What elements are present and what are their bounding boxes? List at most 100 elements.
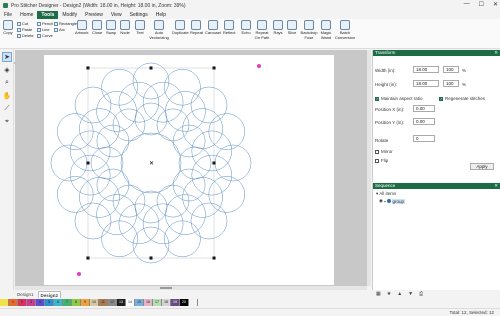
menu-modify[interactable]: Modify [58, 11, 81, 19]
tab-design1[interactable]: Design1 [15, 291, 36, 298]
thread-swatch[interactable]: 8 [72, 299, 81, 306]
position-y-field[interactable]: 0.00 [413, 118, 435, 125]
rectangle-button[interactable]: Rectangle [54, 21, 77, 26]
text-button[interactable]: Text [135, 20, 145, 36]
thread-swatch[interactable]: 9 [81, 299, 90, 306]
copy-button[interactable]: Copy [3, 20, 13, 36]
arc-button[interactable]: Arc [54, 27, 65, 32]
design-page[interactable]: ✕ [44, 55, 334, 285]
menu-view[interactable]: View [107, 11, 126, 19]
thread-swatch[interactable]: 17 [153, 299, 162, 306]
thread-swatch[interactable]: 18 [162, 299, 171, 306]
thread-swatch[interactable]: 16 [144, 299, 153, 306]
move-down-icon[interactable]: ▼ [408, 291, 413, 298]
line-button[interactable]: Line [37, 27, 50, 32]
duplicate-button[interactable]: Duplicate [172, 20, 189, 36]
grid-icon[interactable]: ▦ [376, 291, 381, 298]
rotate-field[interactable]: 0 [413, 135, 435, 142]
repeat-button[interactable]: Repeat [190, 20, 203, 36]
apply-button[interactable]: Apply [470, 163, 494, 170]
select-arrow-icon[interactable]: ➤ [2, 52, 12, 62]
maintain-aspect-checkbox[interactable]: ✓ Maintain aspect ratio [375, 96, 423, 101]
menu-preview[interactable]: Preview [81, 11, 107, 19]
thread-swatch[interactable]: 10 [90, 299, 99, 306]
menu-settings[interactable]: Settings [126, 11, 152, 19]
swap-button[interactable]: Swap [106, 20, 116, 36]
thread-swatch[interactable]: 15 [135, 299, 144, 306]
thread-swatch[interactable]: 7 [63, 299, 72, 306]
cut-button[interactable]: Cut [17, 21, 28, 26]
width-percent-field[interactable]: 100 [443, 66, 459, 73]
thread-swatch[interactable]: 3 [27, 299, 36, 306]
height-label: Height (in): [375, 82, 398, 87]
curve-button[interactable]: Curve [37, 33, 53, 38]
magic-wand-button[interactable]: Magic Wand [319, 20, 333, 40]
menu-help[interactable]: Help [152, 11, 170, 19]
thread-swatch[interactable]: 12 [108, 299, 117, 306]
width-field[interactable]: 18.00 [413, 66, 439, 73]
backdrop-fuse-button[interactable]: Backdrop Fuse [301, 20, 317, 40]
flip-checkbox[interactable]: Flip [375, 158, 388, 163]
rays-button[interactable]: Rays [273, 20, 283, 36]
mirror-checkbox[interactable]: Mirror [375, 149, 393, 154]
menu-home[interactable]: Home [16, 11, 37, 19]
design-canvas[interactable]: ✕ [15, 50, 367, 286]
batch-conversion-button[interactable]: Batch Conversion [335, 20, 355, 40]
position-x-field[interactable]: 0.00 [413, 105, 435, 112]
menu-file[interactable]: File [0, 11, 16, 19]
lock-icon[interactable]: ▪ [384, 199, 386, 204]
menu-tools[interactable]: Tools [37, 11, 59, 19]
thread-swatch[interactable]: 6 [54, 299, 63, 306]
horizontal-scrollbar[interactable] [15, 286, 367, 290]
move-up-icon[interactable]: ▲ [397, 291, 402, 298]
thread-swatch[interactable]: 19 [171, 299, 180, 306]
thread-swatch[interactable]: 13 [117, 299, 126, 306]
thread-swatch[interactable]: 1 [9, 299, 18, 306]
pan-hand-icon[interactable]: ✋ [2, 91, 12, 101]
print-icon[interactable]: ⎙ [419, 291, 423, 298]
paste-button[interactable]: Paste [17, 27, 32, 32]
rectangle-icon [54, 21, 58, 26]
minimize-button[interactable]: — [464, 1, 470, 8]
thread-swatch[interactable] [189, 299, 198, 306]
repeat-on-path-icon [257, 20, 267, 30]
reflect-button[interactable]: Reflect [223, 20, 235, 36]
star-icon[interactable]: ★ [387, 291, 391, 298]
pencil-button[interactable]: Pencil [37, 21, 53, 26]
panel-close-icon[interactable]: ✕ [494, 50, 498, 56]
regenerate-checkbox[interactable]: ✓ Regenerate stitches [439, 96, 485, 101]
close-window-button[interactable]: ✕ [493, 1, 498, 8]
quilting-pattern[interactable]: ✕ [44, 55, 334, 285]
maximize-button[interactable]: ☐ [479, 1, 484, 8]
delete-button[interactable]: Delete [17, 33, 34, 38]
thread-swatch[interactable]: 2 [18, 299, 27, 306]
close-shape-button[interactable]: Close [92, 20, 102, 36]
tree-all-items[interactable]: ▾ All items [376, 191, 396, 197]
tab-design2[interactable]: Design2 [37, 291, 62, 298]
echo-button[interactable]: Echo [241, 20, 251, 36]
zoom-icon[interactable]: ⌕ [2, 78, 12, 88]
thread-swatch[interactable]: 14 [126, 299, 135, 306]
window-controls: — ☐ ✕ [464, 1, 498, 8]
thread-swatch[interactable]: 11 [99, 299, 108, 306]
text-tool-icon[interactable]: ⌖ [2, 117, 12, 127]
repeat-on-path-button[interactable]: Repeat On Path [253, 20, 271, 40]
thread-swatch[interactable] [0, 299, 9, 306]
thread-swatch[interactable]: 4 [36, 299, 45, 306]
panel-close-icon[interactable]: ✕ [494, 183, 498, 189]
vertical-scrollbar[interactable] [367, 50, 371, 286]
scroll-thumb[interactable] [160, 287, 172, 289]
height-percent-field[interactable]: 100 [443, 80, 459, 87]
thread-swatch[interactable]: 5 [45, 299, 54, 306]
node-button[interactable]: Node [120, 20, 130, 36]
auto-vectorizing-button[interactable]: Auto Vectorizing [146, 20, 172, 40]
artwork-button[interactable]: Artwork [75, 20, 89, 36]
height-field[interactable]: 18.00 [413, 80, 439, 87]
slice-button[interactable]: Slice [287, 20, 297, 36]
carousel-button[interactable]: Carousel [205, 20, 221, 36]
visibility-eye-icon[interactable]: ◉ [379, 198, 383, 204]
node-edit-icon[interactable]: ◈ [2, 65, 12, 75]
measure-icon[interactable]: ⟋ [2, 104, 12, 114]
tree-group-item[interactable]: ◉ ▪ group [379, 198, 406, 204]
thread-swatch[interactable]: 20 [180, 299, 189, 306]
